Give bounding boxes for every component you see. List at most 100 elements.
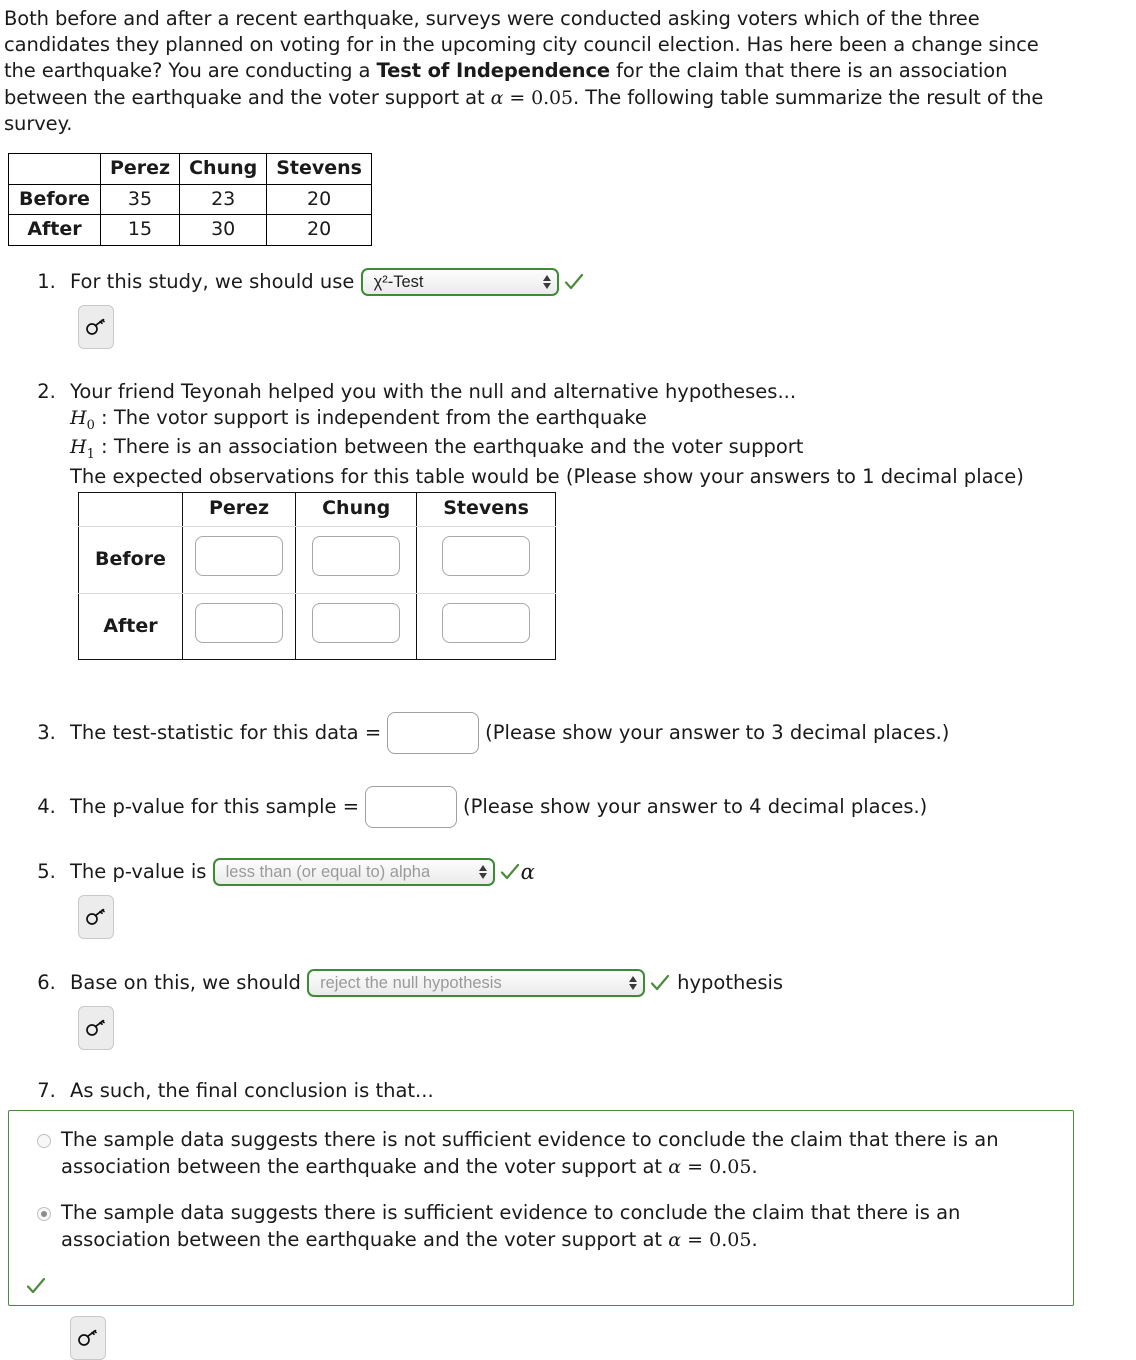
answer-key-button-1[interactable]: [78, 304, 114, 349]
equals-sign-opt1: =: [681, 1155, 710, 1178]
h1-text: : There is an association between the ea…: [94, 435, 804, 459]
p-value-comparison-select[interactable]: less than (or equal to) alpha: [212, 858, 495, 887]
question-5: The p-value is less than (or equal to) a…: [62, 858, 1136, 940]
h0-subscript: 0: [86, 417, 95, 433]
column-header-perez: Perez: [99, 153, 181, 185]
expected-table-corner-cell: [78, 491, 183, 528]
decision-select-value: reject the null hypothesis: [320, 974, 502, 993]
key-icon: [78, 1330, 97, 1347]
cell-after-stevens: 20: [266, 214, 372, 246]
expected-input-before-stevens[interactable]: [442, 536, 531, 577]
expected-row-header-before: Before: [78, 526, 183, 594]
expected-cell-after-chung: [295, 592, 418, 660]
alpha-symbol-q5: α: [520, 859, 535, 884]
cell-before-perez: 35: [99, 183, 181, 216]
key-icon: [86, 318, 105, 335]
alpha-value: 0.05: [531, 86, 573, 109]
conclusion-option-1[interactable]: The sample data suggests there is not su…: [23, 1127, 1059, 1180]
test-type-select[interactable]: χ²-Test: [360, 267, 559, 296]
expected-row-header-after: After: [78, 592, 183, 660]
question-7: As such, the final conclusion is that...: [62, 1078, 1136, 1104]
cell-after-chung: 30: [179, 214, 268, 246]
question-4: The p-value for this sample = (Please sh…: [62, 785, 1136, 828]
question-7-label: As such, the final conclusion is that...: [70, 1079, 434, 1103]
expected-cell-before-stevens: [416, 526, 556, 594]
expected-input-after-stevens[interactable]: [442, 602, 531, 643]
question-3-hint: (Please show your answer to 3 decimal pl…: [485, 720, 950, 744]
radio-button-unselected[interactable]: [37, 1134, 51, 1149]
question-2: Your friend Teyonah helped you with the …: [62, 379, 1136, 660]
row-header-after: After: [8, 214, 101, 246]
question-6-suffix: hypothesis: [677, 971, 784, 995]
conclusion-options-box: The sample data suggests there is not su…: [8, 1110, 1074, 1307]
question-3: The test-statistic for this data = (Plea…: [62, 711, 1136, 754]
alpha-symbol-opt2: α: [668, 1228, 682, 1251]
conclusion-option-2-text: The sample data suggests there is suffic…: [61, 1200, 1059, 1253]
answer-key-button-5[interactable]: [78, 895, 114, 940]
question-5-label: The p-value is: [70, 859, 207, 883]
expected-table-row: Before: [78, 526, 556, 594]
question-6-label: Base on this, we should: [70, 971, 301, 995]
expected-column-header-stevens: Stevens: [416, 491, 556, 528]
expected-input-before-perez[interactable]: [195, 536, 284, 577]
question-1-label: For this study, we should use: [70, 269, 355, 293]
row-header-before: Before: [8, 183, 101, 216]
expected-observations-instruction: The expected observations for this table…: [70, 464, 1024, 488]
expected-cell-after-stevens: [416, 592, 556, 660]
alpha-value-opt1: 0.05: [709, 1155, 752, 1178]
column-header-stevens: Stevens: [266, 153, 372, 185]
cell-before-stevens: 20: [266, 183, 372, 216]
column-header-chung: Chung: [179, 153, 268, 185]
p-value-comparison-select-value: less than (or equal to) alpha: [225, 862, 431, 881]
expected-input-after-perez[interactable]: [195, 602, 284, 643]
chevron-updown-icon: [478, 864, 487, 880]
answer-key-button-7[interactable]: [70, 1316, 106, 1360]
conclusion-option-1-body: The sample data suggests there is not su…: [61, 1128, 999, 1178]
question-4-label: The p-value for this sample =: [70, 794, 360, 818]
radio-button-selected[interactable]: [37, 1207, 51, 1222]
h1-subscript: 1: [86, 447, 95, 463]
question-6: Base on this, we should reject the null …: [62, 969, 1136, 1051]
expected-table-header-row: Perez Chung Stevens: [78, 491, 556, 528]
alpha-symbol-opt1: α: [668, 1155, 682, 1178]
h1-symbol: H: [70, 436, 87, 459]
expected-cell-before-chung: [295, 526, 418, 594]
conclusion-option-2[interactable]: The sample data suggests there is suffic…: [23, 1200, 1059, 1253]
cell-after-perez: 15: [99, 214, 181, 246]
table-header-row: Perez Chung Stevens: [8, 153, 372, 185]
null-hypothesis-line: H0 : The votor support is independent fr…: [70, 405, 1136, 434]
alpha-value-opt2: 0.05: [709, 1228, 752, 1251]
h0-text: : The votor support is independent from …: [94, 405, 647, 429]
expected-input-after-chung[interactable]: [312, 602, 401, 643]
h0-symbol: H: [70, 406, 87, 429]
decision-select[interactable]: reject the null hypothesis: [307, 969, 646, 998]
expected-column-header-chung: Chung: [295, 491, 418, 528]
alpha-symbol: α: [490, 86, 504, 109]
check-icon: [563, 271, 585, 293]
chevron-updown-icon: [629, 975, 638, 991]
check-icon: [499, 861, 521, 883]
question-3-label: The test-statistic for this data =: [70, 720, 382, 744]
table-row: After 15 30 20: [8, 214, 372, 246]
observed-data-table: Perez Chung Stevens Before 35 23 20 Afte…: [8, 153, 372, 246]
chevron-updown-icon: [542, 274, 551, 290]
expected-input-before-chung[interactable]: [312, 536, 401, 577]
table-corner-cell: [8, 153, 101, 185]
equals-sign: =: [503, 86, 532, 109]
cell-before-chung: 23: [179, 183, 268, 216]
table-row: Before 35 23 20: [8, 183, 372, 216]
expected-table-row: After: [78, 592, 556, 660]
test-statistic-input[interactable]: [387, 711, 480, 754]
conclusion-option-2-body: The sample data suggests there is suffic…: [61, 1201, 961, 1251]
expected-cell-before-perez: [181, 526, 297, 594]
period-opt2: .: [751, 1227, 758, 1251]
period-opt1: .: [751, 1154, 758, 1178]
test-type-select-value: χ²-Test: [373, 272, 424, 291]
problem-statement: Both before and after a recent earthquak…: [0, 0, 1136, 137]
alt-hypothesis-line: H1 : There is an association between the…: [70, 434, 1136, 463]
answer-key-button-6[interactable]: [78, 1006, 114, 1051]
check-icon: [649, 972, 671, 994]
p-value-input[interactable]: [365, 785, 458, 828]
expected-cell-after-perez: [181, 592, 297, 660]
check-icon: [25, 1275, 47, 1297]
